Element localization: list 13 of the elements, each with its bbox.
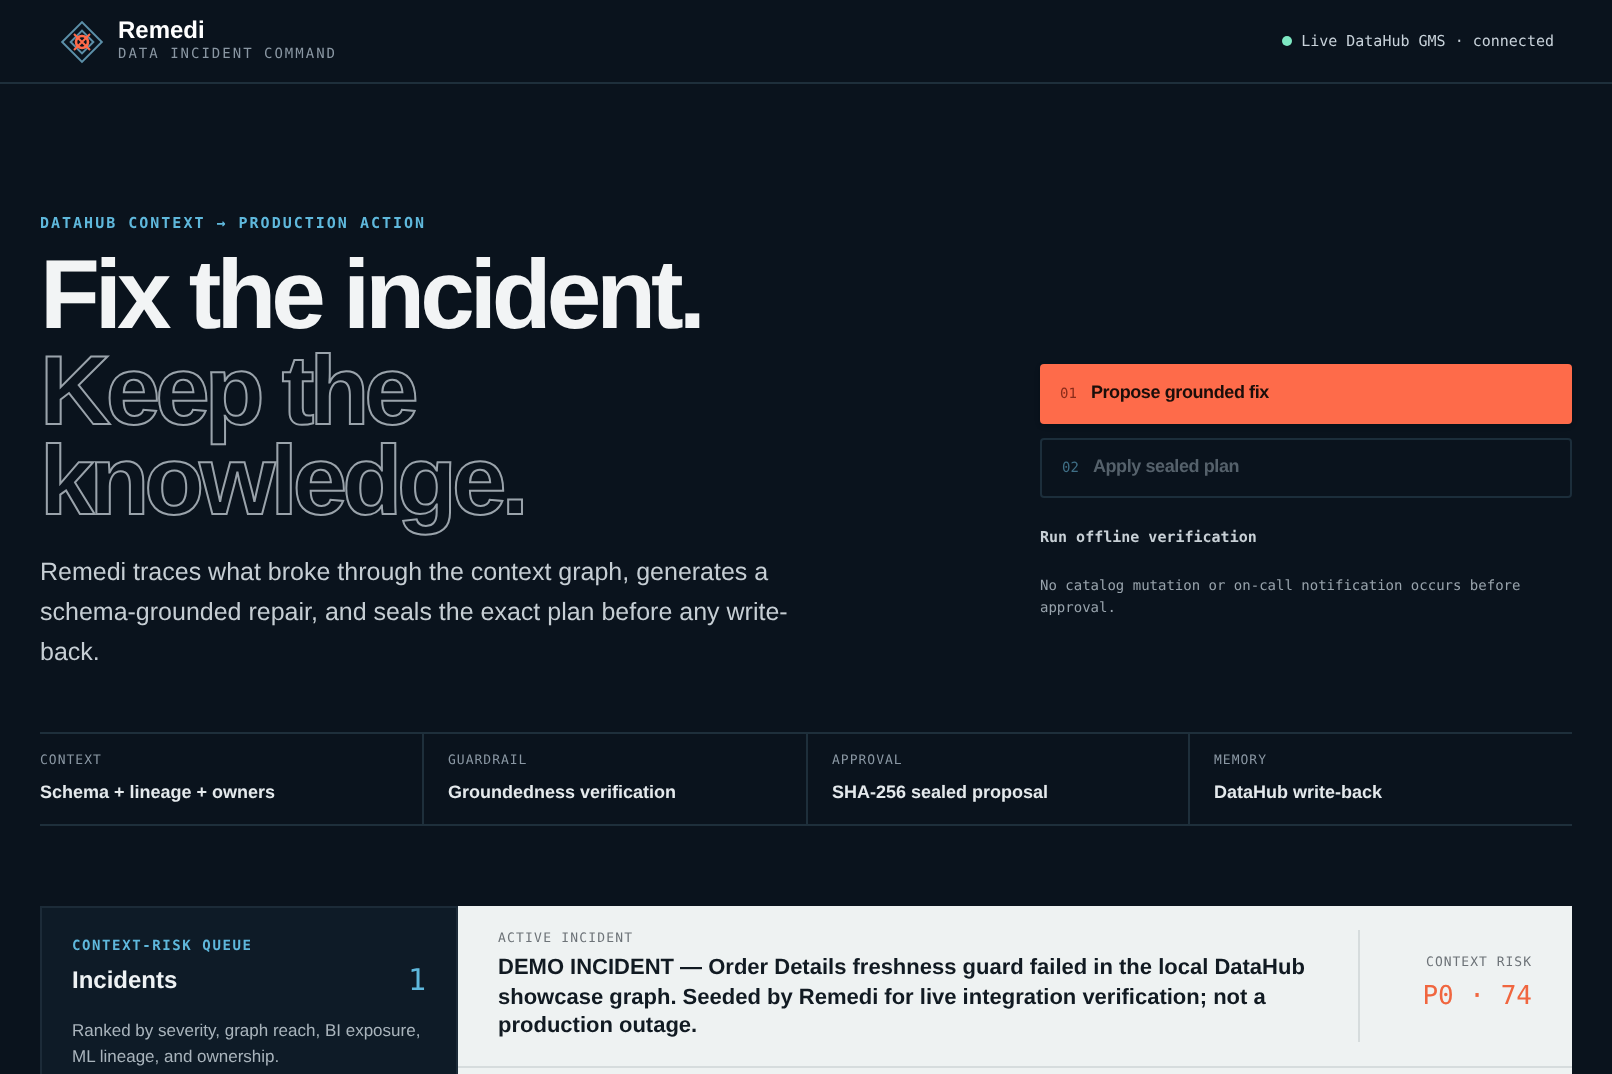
logo-icon [58,17,106,65]
queue-description: Ranked by severity, graph reach, BI exposure, ML lineage, and ownership. [72,1018,423,1071]
pillar-value: Groundedness verification [448,779,679,806]
pillar-value: SHA-256 sealed proposal [832,779,1051,806]
hero-description: Remedi traces what broke through the context graph, generates a schema-grounded repair, and seals the exact plan before any write-back. [40,556,790,671]
pillar-value: DataHub write-back [1214,779,1385,806]
brand-name: Remedi [118,16,207,45]
incident-title: DEMO INCIDENT — Order Details freshness guard failed in the local DataHub showcase graph. Seeded by Remedi for live integration verification; not a production outage. [498,954,1307,1041]
risk-score: P0 · 74 [1422,980,1532,1016]
hero-headline: Fix the incident. [40,246,703,349]
queue-title: Incidents [72,964,178,998]
incident-count: 1 [407,959,426,1002]
pillar-value: Schema + lineage + owners [40,779,278,806]
